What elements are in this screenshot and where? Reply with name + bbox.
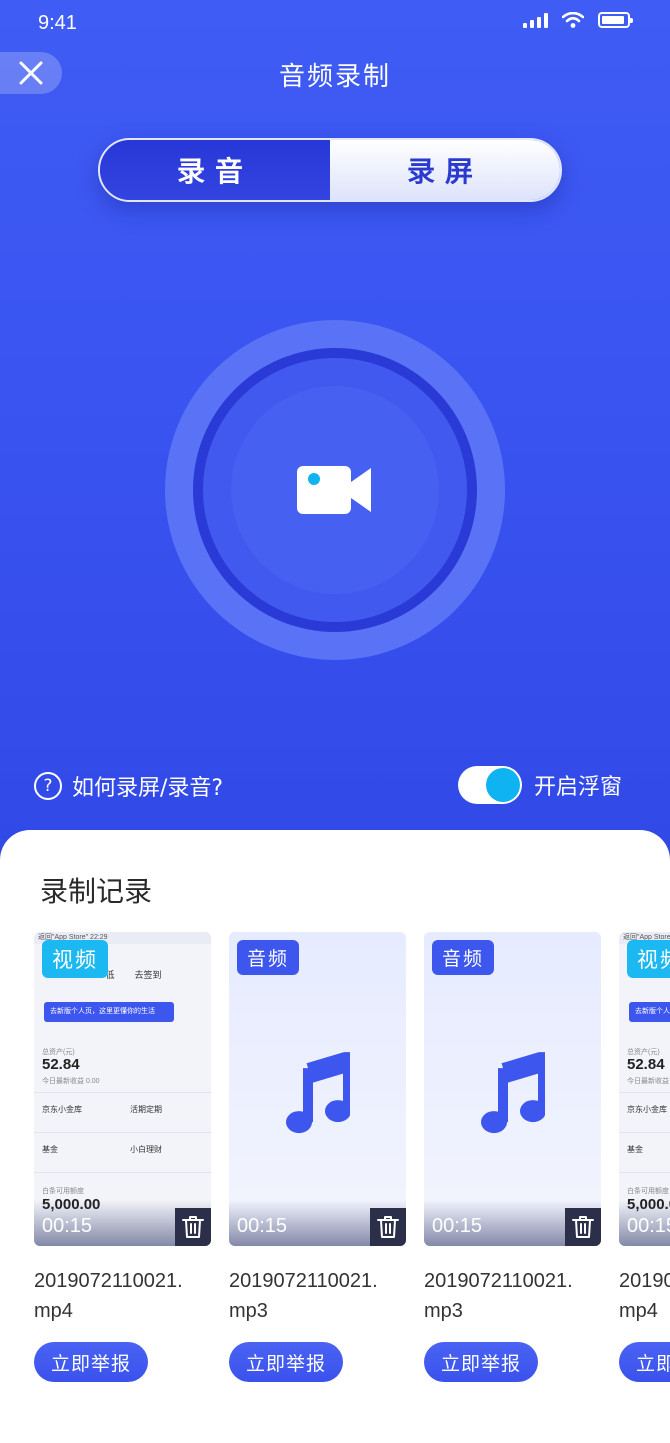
report-button[interactable]: 立即举报 [229,1342,343,1382]
tab-screen-record[interactable]: 录屏 [330,140,560,200]
wifi-icon [562,12,584,28]
duration-label: 00:15 [432,1215,483,1237]
records-list: 返回"App Store" 22:29 96.4 低 去签到 去新版个人页，这里… [34,932,670,1382]
screen-capture-preview: 返回"App Store" 22:29 96.4 去新版个人页，这里更懂你的生活… [619,932,670,1246]
music-note-icon [480,1052,545,1134]
float-window-setting: 开启浮窗 [457,766,622,804]
status-bar: 9:41 [0,0,670,48]
records-title: 录制记录 [40,875,153,908]
trash-icon [377,1216,399,1238]
type-badge: 音频 [237,940,300,975]
help-label: 如何录屏/录音? [72,776,224,801]
report-button[interactable]: 立即举报 [619,1342,670,1382]
signal-icon [523,12,548,28]
record-button[interactable] [165,320,505,660]
float-window-label: 开启浮窗 [533,775,622,800]
type-badge: 音频 [432,940,495,975]
video-camera-icon [297,466,371,514]
page-title: 音频录制 [278,62,391,92]
record-thumbnail[interactable]: 音频 00:15 [424,932,601,1246]
duration-label: 00:15 [237,1215,288,1237]
battery-icon [598,12,633,28]
record-thumbnail[interactable]: 返回"App Store" 22:29 96.4 去新版个人页，这里更懂你的生活… [619,932,670,1246]
question-icon: ? [34,772,62,800]
record-thumbnail[interactable]: 返回"App Store" 22:29 96.4 低 去签到 去新版个人页，这里… [34,932,211,1246]
type-badge: 视频 [42,940,108,978]
type-badge: 视频 [627,940,670,978]
record-card: 返回"App Store" 22:29 96.4 低 去签到 去新版个人页，这里… [34,932,211,1382]
help-link[interactable]: ? 如何录屏/录音? [34,770,223,802]
record-filename: 2019072110021. mp4 [619,1270,670,1322]
record-filename: 2019072110021. mp4 [34,1270,183,1322]
record-thumbnail[interactable]: 音频 00:15 [229,932,406,1246]
records-panel: 录制记录 返回"App Store" 22:29 96.4 低 去签到 去新版个… [0,830,670,1443]
delete-button[interactable] [370,1208,406,1246]
trash-icon [572,1216,594,1238]
delete-button[interactable] [565,1208,601,1246]
duration-label: 00:15 [42,1215,93,1237]
report-button[interactable]: 立即举报 [424,1342,538,1382]
record-filename: 2019072110021. mp3 [424,1270,573,1322]
mode-segmented-control: 录音 录屏 [98,138,562,202]
duration-label: 00:15 [627,1215,670,1237]
tab-audio-record[interactable]: 录音 [100,140,330,200]
delete-button[interactable] [175,1208,211,1246]
record-filename: 2019072110021. mp3 [229,1270,378,1322]
record-card: 音频 00:15 2019072110021. mp3 立即举报 [424,932,601,1382]
record-card: 音频 00:15 2019072110021. mp3 立即举报 [229,932,406,1382]
trash-icon [182,1216,204,1238]
report-button[interactable]: 立即举报 [34,1342,148,1382]
screen-capture-preview: 返回"App Store" 22:29 96.4 低 去签到 去新版个人页，这里… [34,932,211,1246]
float-window-toggle[interactable] [457,766,522,804]
music-note-icon [285,1052,350,1134]
status-time: 9:41 [38,12,77,34]
record-card: 返回"App Store" 22:29 96.4 去新版个人页，这里更懂你的生活… [619,932,670,1382]
